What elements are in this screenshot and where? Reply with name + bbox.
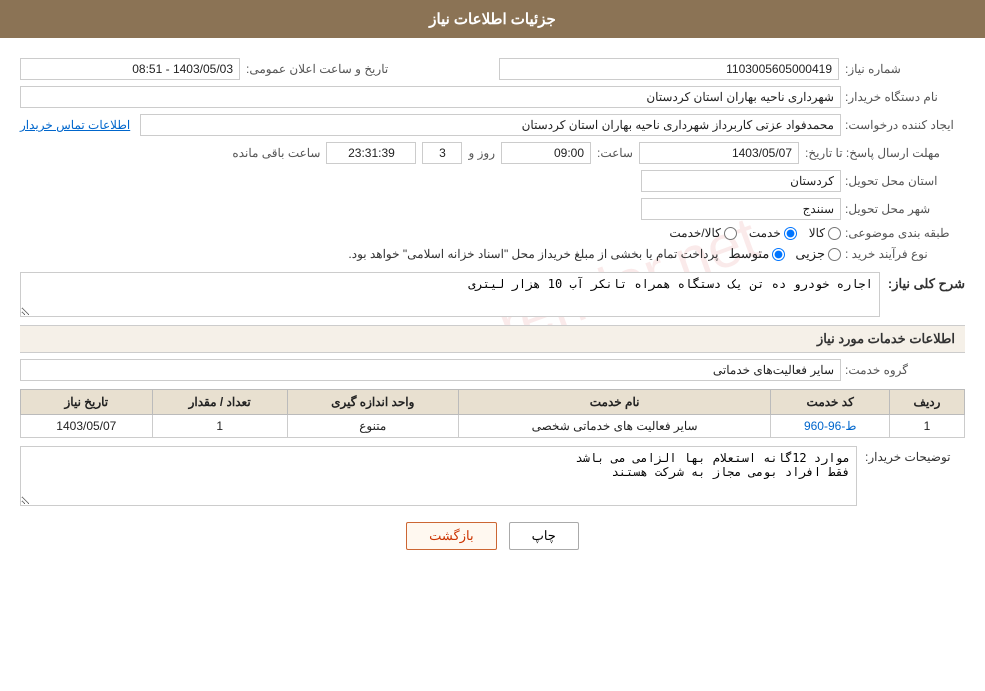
ettelaat-link[interactable]: اطلاعات تماس خريدار (20, 118, 130, 132)
shahr-label: شهر محل تحويل: (845, 202, 965, 216)
jozii-radio[interactable] (828, 248, 841, 261)
shenmareh-niaz-label: شماره نياز: (845, 62, 965, 76)
cell-radif: 1 (890, 415, 965, 438)
col-code: کد خدمت (771, 390, 890, 415)
table-row: 1ط-96-960ساير فعاليت های خدماتی شخصیمتنو… (21, 415, 965, 438)
khedmat-label: خدمت (749, 226, 781, 240)
mohlet-ersal-label: مهلت ارسال پاسخ: تا تاريخ: (805, 146, 965, 160)
motavaset-radio-item: متوسط (728, 246, 785, 262)
tarikh-saaat-value: 1403/05/03 - 08:51 (20, 58, 240, 80)
col-radif: رديف (890, 390, 965, 415)
kala-khedmat-label: کالا/خدمت (669, 226, 720, 240)
rooz-value: 3 (422, 142, 462, 164)
ettelaat-khadamat-title: اطلاعات خدمات مورد نياز (20, 325, 965, 353)
jozii-radio-item: جزيی (795, 246, 841, 262)
shahr-value: سنندج (641, 198, 841, 220)
sharh-niaz-title: شرح کلی نياز: (888, 272, 965, 296)
name-dastgah-value: شهرداری ناحيه بهاران استان کردستان (20, 86, 841, 108)
col-unit: واحد اندازه گيری (287, 390, 458, 415)
col-name: نام خدمت (458, 390, 771, 415)
kala-radio[interactable] (828, 227, 841, 240)
shenmareh-niaz-value: 1103005605000419 (499, 58, 839, 80)
khedmat-radio[interactable] (784, 227, 797, 240)
kala-khedmat-radio[interactable] (724, 227, 737, 240)
ijad-konandeh-value: محمدفواد عزتی کاربرداز شهرداری ناحيه بها… (140, 114, 841, 136)
col-date: تاريخ نياز (21, 390, 153, 415)
buttons-row: چاپ بازگشت (20, 522, 965, 550)
kala-label: کالا (809, 226, 825, 240)
sharh-niaz-textarea[interactable]: اجاره خودرو ده تن يک دستگاه همراه تانکر … (20, 272, 880, 317)
tafzih-label: توضيحات خريدار: (865, 446, 965, 464)
khedmat-radio-item: خدمت (749, 226, 797, 240)
motavaset-radio[interactable] (772, 248, 785, 261)
remaining-label: ساعت باقی مانده (232, 146, 320, 160)
ijad-konandeh-label: ايجاد کننده درخواست: (845, 118, 965, 132)
jozii-label: جزيی (795, 246, 825, 262)
cell-name: ساير فعاليت های خدماتی شخصی (458, 415, 771, 438)
date-value: 1403/05/07 (639, 142, 799, 164)
tabaqe-label: طبقه بندی موضوعی: (845, 226, 965, 240)
remaining-value: 23:31:39 (326, 142, 416, 164)
motavaset-label: متوسط (728, 246, 769, 262)
kala-radio-item: کالا (809, 226, 841, 240)
cell-count: 1 (152, 415, 287, 438)
services-table: رديف کد خدمت نام خدمت واحد اندازه گيری ت… (20, 389, 965, 438)
nooe-farayand-note: پرداخت تمام يا بخشی از مبلغ خريداز محل "… (348, 247, 718, 261)
tafzih-textarea[interactable]: موارد 12گانه استعلام بها الزامی می باشد … (20, 446, 857, 506)
cell-code: ط-96-960 (771, 415, 890, 438)
name-dastgah-label: نام دستگاه خريدار: (845, 90, 965, 104)
back-button[interactable]: بازگشت (406, 522, 496, 550)
header-title: جزئيات اطلاعات نياز (429, 11, 556, 28)
saat-label: ساعت: (597, 146, 633, 160)
cell-unit: متنوع (287, 415, 458, 438)
kala-khedmat-radio-item: کالا/خدمت (669, 226, 736, 240)
tarikh-saaat-label: تاريخ و ساعت اعلان عمومی: (246, 62, 388, 76)
saat-value: 09:00 (501, 142, 591, 164)
rooz-label: روز و (468, 146, 495, 160)
col-count: تعداد / مقدار (152, 390, 287, 415)
print-button[interactable]: چاپ (509, 522, 579, 550)
ostan-label: استان محل تحويل: (845, 174, 965, 188)
nooe-farayand-label: نوع فرآيند خريد : (845, 247, 965, 261)
tabaqe-radio-group: کالا خدمت کالا/خدمت (669, 226, 841, 240)
goroh-khedmat-value: ساير فعاليت‌های خدماتی (20, 359, 841, 381)
ostan-value: کردستان (641, 170, 841, 192)
goroh-khedmat-label: گروه خدمت: (845, 363, 965, 377)
page-header: جزئيات اطلاعات نياز (0, 0, 985, 38)
cell-date: 1403/05/07 (21, 415, 153, 438)
